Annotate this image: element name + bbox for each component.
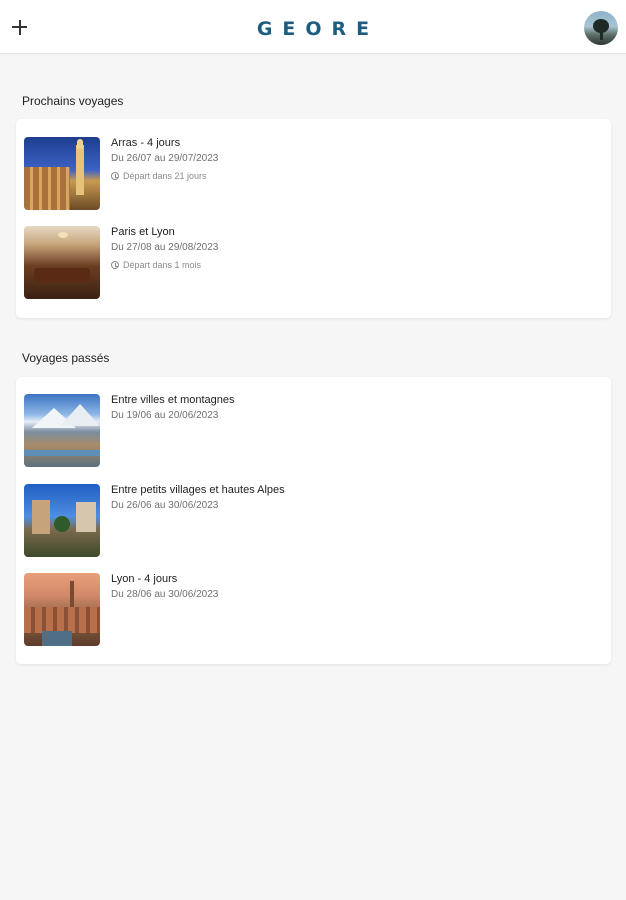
past-trips-card: Entre villes et montagnes Du 19/06 au 20… [16, 377, 611, 664]
trip-status-text: Départ dans 21 jours [123, 171, 207, 181]
trip-item-arras[interactable]: Arras - 4 jours Du 26/07 au 29/07/2023 D… [24, 137, 604, 211]
user-avatar[interactable] [584, 11, 618, 45]
trip-item-paris-lyon[interactable]: Paris et Lyon Du 27/08 au 29/08/2023 Dép… [24, 226, 604, 300]
trip-status-text: Départ dans 1 mois [123, 260, 202, 270]
trip-thumbnail-village [24, 484, 100, 557]
trip-title: Paris et Lyon [111, 226, 175, 238]
trip-title: Arras - 4 jours [111, 137, 181, 149]
clock-icon [111, 261, 119, 269]
trip-departure-status: Départ dans 21 jours [111, 171, 207, 181]
trip-dates: Du 28/06 au 30/06/2023 [111, 589, 219, 600]
trip-title: Lyon - 4 jours [111, 573, 178, 585]
trip-dates: Du 19/06 au 20/06/2023 [111, 410, 219, 421]
trip-item-villages-alpes[interactable]: Entre petits villages et hautes Alpes Du… [24, 484, 604, 558]
top-bar: GEORE [0, 0, 626, 54]
trip-thumbnail-paris [24, 226, 100, 299]
trip-title: Entre villes et montagnes [111, 394, 235, 406]
avatar-trunk-shape [600, 31, 603, 40]
trip-departure-status: Départ dans 1 mois [111, 260, 201, 270]
trip-item-lyon[interactable]: Lyon - 4 jours Du 28/06 au 30/06/2023 [24, 573, 604, 647]
past-section-title: Voyages passés [22, 351, 110, 365]
trip-dates: Du 27/08 au 29/08/2023 [111, 242, 219, 253]
app-logo: GEORE [256, 18, 380, 40]
trip-title: Entre petits villages et hautes Alpes [111, 484, 285, 496]
trip-thumbnail-arras [24, 137, 100, 210]
trip-item-villes-montagnes[interactable]: Entre villes et montagnes Du 19/06 au 20… [24, 394, 604, 468]
trip-dates: Du 26/07 au 29/07/2023 [111, 153, 219, 164]
trip-thumbnail-mountains [24, 394, 100, 467]
trip-dates: Du 26/06 au 30/06/2023 [111, 500, 219, 511]
trip-thumbnail-lyon [24, 573, 100, 646]
clock-icon [111, 172, 119, 180]
upcoming-section-title: Prochains voyages [22, 94, 124, 108]
upcoming-trips-card: Arras - 4 jours Du 26/07 au 29/07/2023 D… [16, 119, 611, 318]
